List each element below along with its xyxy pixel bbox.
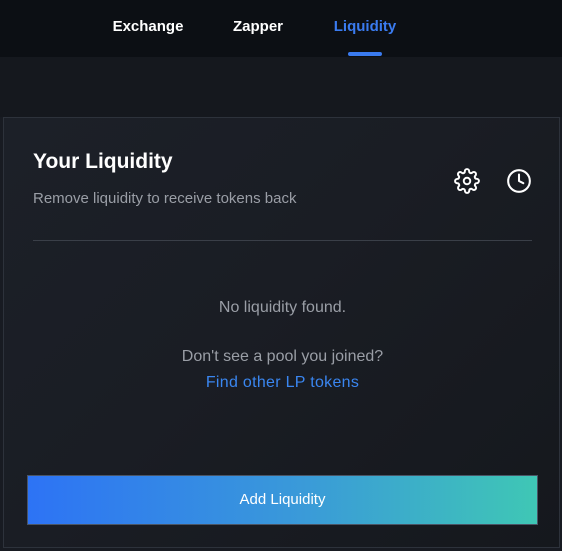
history-button[interactable] (506, 168, 532, 194)
find-lp-tokens-link[interactable]: Find other LP tokens (4, 374, 561, 392)
active-tab-indicator (348, 52, 382, 56)
divider (33, 240, 532, 241)
tab-liquidity[interactable]: Liquidity (327, 0, 403, 57)
pool-prompt-text: Don't see a pool you joined? (181, 348, 384, 365)
top-nav: Exchange Zapper Liquidity (0, 0, 562, 57)
empty-state-message: No liquidity found. (218, 299, 347, 316)
tab-zapper[interactable]: Zapper (222, 0, 294, 57)
tab-exchange[interactable]: Exchange (104, 0, 192, 57)
add-liquidity-button[interactable]: Add Liquidity (27, 475, 538, 525)
card-title: Your Liquidity (33, 150, 173, 173)
card-subtitle: Remove liquidity to receive tokens back (33, 190, 297, 207)
liquidity-card: Your Liquidity Remove liquidity to recei… (3, 117, 560, 548)
page: Exchange Zapper Liquidity Your Liquidity… (0, 0, 562, 551)
settings-button[interactable] (454, 168, 480, 194)
clock-icon (507, 169, 531, 193)
header-band (0, 57, 562, 117)
gear-icon (454, 168, 480, 194)
